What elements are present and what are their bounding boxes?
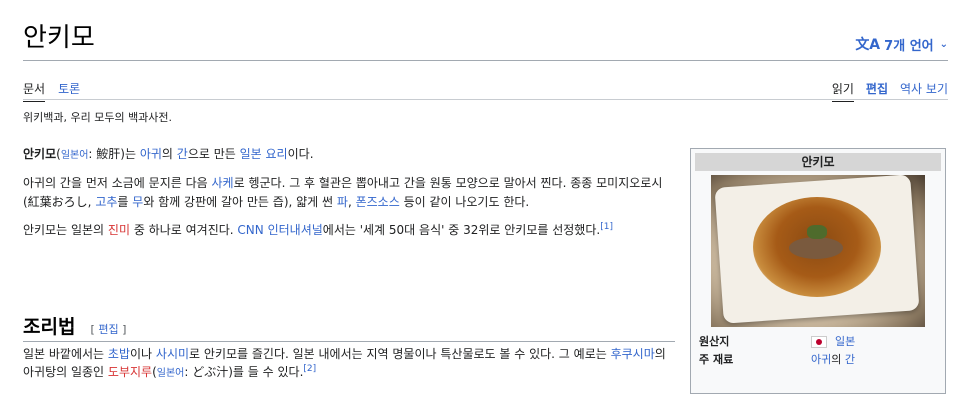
section-edit-link[interactable]: 편집 xyxy=(98,323,118,336)
text: 안키모는 일본의 xyxy=(23,223,108,237)
text: 이다. xyxy=(287,147,314,161)
link-japanese-lang-2[interactable]: 일본어 xyxy=(157,368,185,379)
infobox-row-origin: 원산지 일본 xyxy=(691,333,945,351)
text: 와 함께 강판에 갈아 만든 즙), 얇게 썬 xyxy=(143,195,337,209)
preparation-paragraph: 아귀의 간을 먼저 소금에 문지른 다음 사케로 헹군다. 그 후 혈관은 뽑아… xyxy=(23,174,673,212)
title-divider xyxy=(23,60,948,61)
infobox: 안키모 원산지 일본 주 재료 아귀의 간 xyxy=(690,148,946,394)
link-dobujiru-redlink[interactable]: 도부지루 xyxy=(108,365,152,379)
text: , xyxy=(347,195,356,209)
infobox-label: 원산지 xyxy=(699,335,730,348)
text: 에서는 '세계 50대 음식' 중 32위로 안키모를 선정했다. xyxy=(322,223,601,237)
infobox-value: 일본 xyxy=(811,333,855,351)
text: 아귀의 간을 먼저 소금에 문지른 다음 xyxy=(23,176,212,190)
link-sake[interactable]: 사케 xyxy=(212,176,234,190)
link-sashimi[interactable]: 사시미 xyxy=(156,347,189,361)
chevron-down-icon: ⌄ xyxy=(939,38,948,50)
delicacy-paragraph: 안키모는 일본의 진미 중 하나로 여겨진다. CNN 인터내셔널에서는 '세계… xyxy=(23,221,673,240)
text: : どぶ汁)를 들 수 있다. xyxy=(184,365,304,379)
link-sushi[interactable]: 초밥 xyxy=(108,347,130,361)
infobox-title: 안키모 xyxy=(695,153,941,171)
link-radish[interactable]: 무 xyxy=(132,195,143,209)
link-japanese-cuisine[interactable]: 일본 요리 xyxy=(240,147,288,161)
intro-paragraph: 안키모(일본어: 鮟肝)는 아귀의 간으로 만든 일본 요리이다. xyxy=(23,145,673,165)
japan-flag-icon xyxy=(811,336,827,348)
article-body: 안키모(일본어: 鮟肝)는 아귀의 간으로 만든 일본 요리이다. 아귀의 간을… xyxy=(23,145,673,249)
text: 일본 바깥에서는 xyxy=(23,347,108,361)
link-anglerfish[interactable]: 아귀 xyxy=(140,147,162,161)
text: : 鮟肝)는 xyxy=(88,147,140,161)
link-scallion[interactable]: 파 xyxy=(337,195,348,209)
text: 등이 같이 나오기도 한다. xyxy=(399,195,530,209)
link-anglerfish[interactable]: 아귀 xyxy=(811,353,831,366)
infobox-value: 아귀의 간 xyxy=(811,351,855,369)
text: 의 xyxy=(161,147,177,161)
translate-icon: 文A xyxy=(855,37,881,53)
site-tagline: 위키백과, 우리 모두의 백과사전. xyxy=(23,111,173,124)
text: 의 xyxy=(831,353,845,366)
text: 중 하나로 여겨진다. xyxy=(130,223,238,237)
link-japan[interactable]: 일본 xyxy=(835,335,855,348)
ankimo-photo[interactable] xyxy=(711,175,925,327)
section-title: 조리법 xyxy=(23,316,76,338)
infobox-row-ingredient: 주 재료 아귀의 간 xyxy=(691,351,945,369)
infobox-label: 주 재료 xyxy=(699,353,734,366)
text: 으로 만든 xyxy=(187,147,240,161)
garnish-shape xyxy=(807,225,827,239)
link-liver[interactable]: 간 xyxy=(177,147,188,161)
text: 이나 xyxy=(130,347,156,361)
language-button-label: 7개 언어 xyxy=(884,38,934,54)
link-delicacy-redlink[interactable]: 진미 xyxy=(108,223,130,237)
recipe-paragraph: 일본 바깥에서는 초밥이나 사시미로 안키모를 즐긴다. 일본 내에서는 지역 … xyxy=(23,345,673,383)
reference-2[interactable]: [2] xyxy=(303,364,316,374)
link-chili[interactable]: 고추 xyxy=(95,195,117,209)
page-title: 안키모 xyxy=(23,23,95,53)
section-edit: [ 편집 ] xyxy=(91,323,127,336)
liver-shape xyxy=(789,237,843,259)
link-fukushima[interactable]: 후쿠시마 xyxy=(611,347,655,361)
link-ponzu[interactable]: 폰즈소스 xyxy=(356,195,400,209)
language-button[interactable]: 文A 7개 언어 ⌄ xyxy=(855,34,948,54)
link-liver[interactable]: 간 xyxy=(845,353,855,366)
text: 를 xyxy=(117,195,133,209)
article-subject: 안키모 xyxy=(23,147,57,161)
section-heading-recipe: 조리법 [ 편집 ] xyxy=(23,312,675,342)
link-japanese-lang[interactable]: 일본어 xyxy=(61,150,89,161)
tabs-divider xyxy=(23,99,948,100)
text: 로 안키모를 즐긴다. 일본 내에서는 지역 명물이나 특산물로도 볼 수 있다… xyxy=(189,347,611,361)
link-cnn-international[interactable]: CNN 인터내셔널 xyxy=(237,223,322,237)
bracket: ] xyxy=(118,323,127,336)
reference-1[interactable]: [1] xyxy=(600,222,613,232)
